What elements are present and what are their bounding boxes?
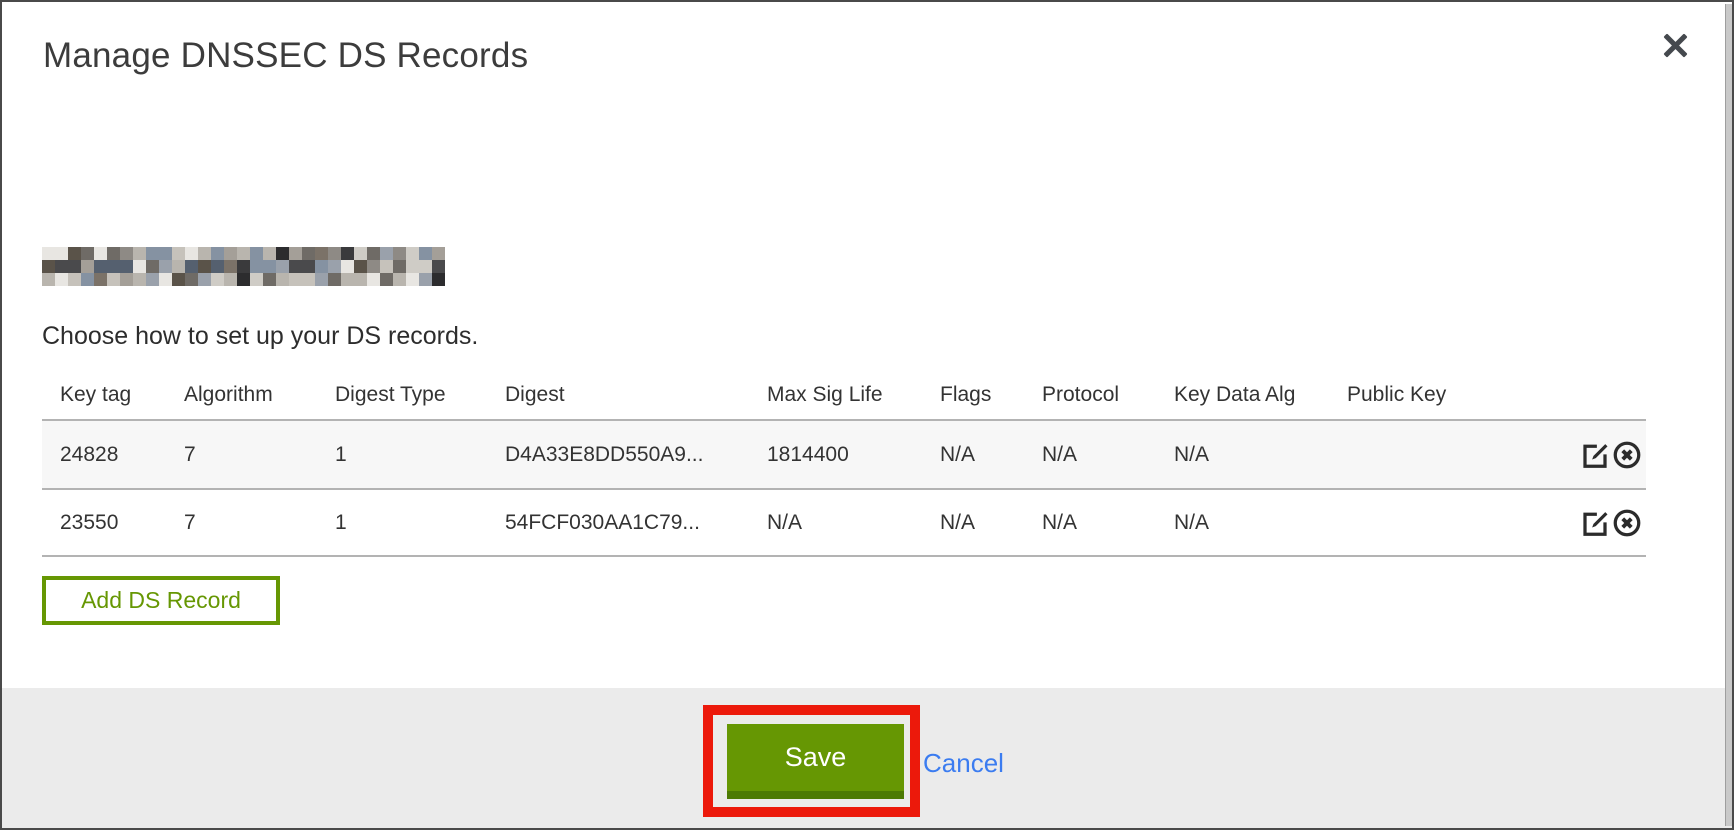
delete-icon xyxy=(1612,508,1642,538)
dns-ds-records-dialog: Manage DNSSEC DS Records Choose how to s… xyxy=(0,0,1734,830)
col-header-flags: Flags xyxy=(940,383,1042,407)
page-title: Manage DNSSEC DS Records xyxy=(43,36,528,76)
close-button[interactable] xyxy=(1658,28,1694,64)
edit-icon xyxy=(1580,440,1610,470)
table-header-row: Key tag Algorithm Digest Type Digest Max… xyxy=(42,370,1646,419)
cell-digest: D4A33E8DD550A9... xyxy=(505,443,767,467)
delete-record-button[interactable] xyxy=(1612,508,1642,538)
cell-protocol: N/A xyxy=(1042,443,1174,467)
close-icon xyxy=(1658,28,1694,64)
cell-digest-type: 1 xyxy=(335,443,505,467)
edit-icon xyxy=(1580,508,1610,538)
edit-record-button[interactable] xyxy=(1580,440,1610,470)
cancel-link[interactable]: Cancel xyxy=(923,748,1004,779)
cell-key-data-alg: N/A xyxy=(1174,443,1347,467)
table-row: 23550 7 1 54FCF030AA1C79... N/A N/A N/A … xyxy=(42,488,1646,557)
cell-algorithm: 7 xyxy=(184,443,335,467)
save-button[interactable]: Save xyxy=(727,724,904,799)
col-header-key-tag: Key tag xyxy=(60,383,184,407)
col-header-max-sig-life: Max Sig Life xyxy=(767,383,940,407)
cell-flags: N/A xyxy=(940,443,1042,467)
cell-max-sig-life: 1814400 xyxy=(767,443,940,467)
cell-key-tag: 23550 xyxy=(60,511,184,535)
ds-records-table: Key tag Algorithm Digest Type Digest Max… xyxy=(42,370,1646,557)
scrollbar-track xyxy=(1725,4,1732,826)
cell-digest-type: 1 xyxy=(335,511,505,535)
cell-flags: N/A xyxy=(940,511,1042,535)
col-header-algorithm: Algorithm xyxy=(184,383,335,407)
edit-record-button[interactable] xyxy=(1580,508,1610,538)
cell-key-tag: 24828 xyxy=(60,443,184,467)
cell-protocol: N/A xyxy=(1042,511,1174,535)
setup-instruction-text: Choose how to set up your DS records. xyxy=(42,322,478,351)
col-header-public-key: Public Key xyxy=(1347,383,1580,407)
cell-algorithm: 7 xyxy=(184,511,335,535)
cell-max-sig-life: N/A xyxy=(767,511,940,535)
col-header-digest: Digest xyxy=(505,383,767,407)
add-ds-record-button[interactable]: Add DS Record xyxy=(42,576,280,625)
col-header-digest-type: Digest Type xyxy=(335,383,505,407)
cell-digest: 54FCF030AA1C79... xyxy=(505,511,767,535)
table-row: 24828 7 1 D4A33E8DD550A9... 1814400 N/A … xyxy=(42,419,1646,488)
col-header-key-data-alg: Key Data Alg xyxy=(1174,383,1347,407)
col-header-protocol: Protocol xyxy=(1042,383,1174,407)
redacted-domain-name xyxy=(42,247,445,286)
delete-record-button[interactable] xyxy=(1612,440,1642,470)
cell-key-data-alg: N/A xyxy=(1174,511,1347,535)
delete-icon xyxy=(1612,440,1642,470)
